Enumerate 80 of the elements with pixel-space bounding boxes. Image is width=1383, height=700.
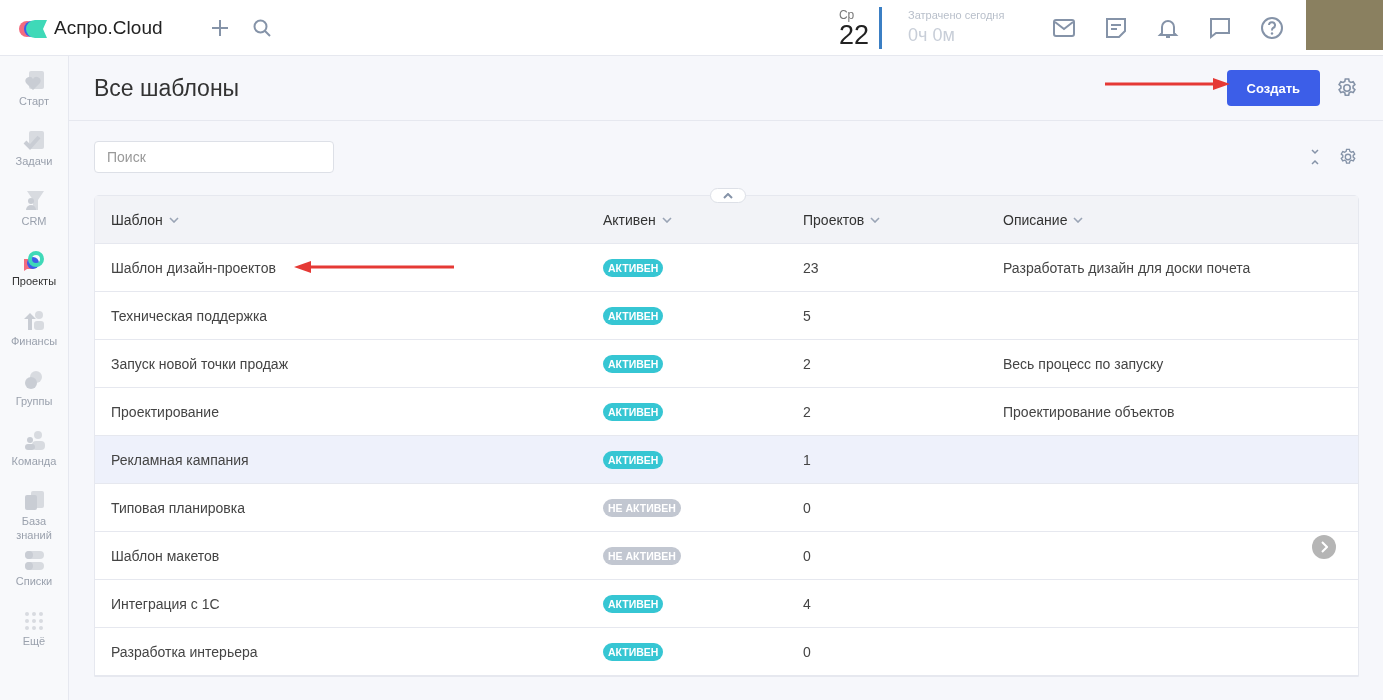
add-button[interactable]: [210, 17, 230, 38]
table-cell: 2: [803, 355, 811, 372]
table-row[interactable]: Рекламная кампания АКТИВЕН 1: [95, 436, 1358, 484]
caret-icon: [661, 216, 672, 223]
table-cell: Типовая планировка: [111, 499, 245, 516]
divider-bar: [879, 6, 882, 49]
table-cell: Весь процесс по запуску: [1003, 355, 1164, 372]
logo-text: Аспро.Cloud: [54, 16, 163, 39]
column-header[interactable]: Проектов: [803, 211, 881, 228]
weekday-label: Ср: [838, 7, 855, 22]
page-title: Все шаблоны: [94, 74, 240, 102]
dots-grid-icon: [23, 610, 45, 631]
toggles-icon: [23, 550, 45, 571]
chevrons-icon: [1309, 148, 1321, 166]
table-cell: 0: [803, 643, 811, 660]
finance-icon: [23, 310, 45, 331]
settings-icon: [1338, 147, 1358, 167]
status-badge: АКТИВЕН: [603, 450, 664, 469]
table-cell: Запуск новой точки продаж: [111, 355, 288, 372]
table-cell: Разработка интерьера: [111, 643, 258, 660]
collapse-button[interactable]: [710, 188, 746, 203]
people-icon: [23, 430, 45, 451]
expand-collapse-button[interactable]: [1309, 148, 1321, 166]
table-cell: 5: [803, 307, 811, 324]
table-cell: 4: [803, 595, 811, 612]
chevron-up-icon: [723, 192, 733, 199]
chevron-right-icon: [1320, 541, 1328, 553]
column-header[interactable]: Шаблон: [111, 211, 179, 228]
table-cell: Шаблон дизайн-проектов: [111, 259, 276, 276]
table-cell: Рекламная кампания: [111, 451, 249, 468]
day-number: 22: [838, 21, 869, 48]
search-field[interactable]: Поиск: [94, 141, 334, 173]
status-badge: АКТИВЕН: [603, 354, 664, 373]
table-cell: Проектирование объектов: [1003, 403, 1175, 420]
search-button[interactable]: [252, 17, 272, 38]
note-icon: [1104, 15, 1128, 40]
caret-icon: [870, 216, 881, 223]
funnel-icon: [23, 190, 45, 211]
table-row[interactable]: Интеграция с 1С АКТИВЕН 4: [95, 580, 1358, 628]
time-spent-label: Затрачено сегодня: [908, 9, 1006, 21]
column-header[interactable]: Описание: [1003, 211, 1084, 228]
table-cell: 23: [803, 259, 819, 276]
table-row[interactable]: Шаблон дизайн-проектов АКТИВЕН 23 Разработать дизайн для доски почета: [95, 244, 1358, 292]
table-row[interactable]: Разработка интерьера АКТИВЕН 0: [95, 628, 1358, 676]
table-row[interactable]: Запуск новой точки продаж АКТИВЕН 2 Весь процесс по запуску: [95, 340, 1358, 388]
table-cell: 2: [803, 403, 811, 420]
projects-icon: [23, 250, 45, 271]
table-settings-button[interactable]: [1338, 147, 1358, 167]
table-row[interactable]: Типовая планировка НЕ АКТИВЕН 0: [95, 484, 1358, 532]
checkmark-icon: [23, 130, 45, 151]
heart-icon: [23, 70, 45, 91]
caret-icon: [1073, 216, 1084, 223]
table-cell: 0: [803, 547, 811, 564]
table-cell: Шаблон макетов: [111, 547, 220, 564]
table-cell: 0: [803, 499, 811, 516]
table-cell: Разработать дизайн для доски почета: [1003, 259, 1251, 276]
status-badge: АКТИВЕН: [603, 306, 664, 325]
table-row[interactable]: Техническая поддержка АКТИВЕН 5: [95, 292, 1358, 340]
create-button[interactable]: Создать: [1226, 70, 1320, 106]
search-icon: [252, 17, 272, 38]
help-icon: [1260, 15, 1284, 40]
table-cell: Интеграция с 1С: [111, 595, 220, 612]
settings-icon: [1336, 77, 1358, 99]
caret-icon: [168, 216, 179, 223]
status-badge: НЕ АКТИВЕН: [603, 498, 681, 517]
circles-icon: [23, 370, 45, 391]
plus-icon: [210, 17, 230, 38]
table-cell: Проектирование: [111, 403, 219, 420]
table-cell: 1: [803, 451, 811, 468]
documents-icon: [23, 490, 45, 511]
status-badge: НЕ АКТИВЕН: [603, 546, 681, 565]
speech-bubble-icon: [1208, 15, 1232, 40]
status-badge: АКТИВЕН: [603, 594, 664, 613]
sidebar-item[interactable]: Проекты: [0, 250, 68, 310]
status-badge: АКТИВЕН: [603, 402, 664, 421]
status-badge: АКТИВЕН: [603, 258, 664, 277]
table-cell: Техническая поддержка: [111, 307, 268, 324]
status-badge: АКТИВЕН: [603, 642, 664, 661]
column-header[interactable]: Активен: [603, 211, 672, 228]
settings-button[interactable]: [1336, 77, 1358, 99]
